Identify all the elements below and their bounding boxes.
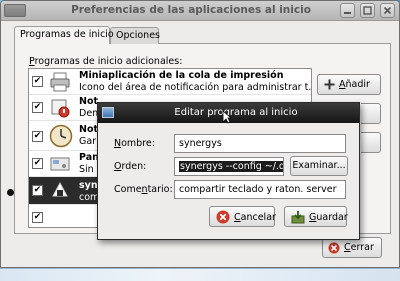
window-menu-icon[interactable] [4, 4, 26, 17]
comment-label: Comentario: [114, 184, 173, 195]
window-title: Preferencias de las aplicaciones al inic… [71, 4, 311, 16]
comment-label-pre: Come [114, 184, 142, 195]
enable-checkbox[interactable]: ✔ [32, 212, 43, 223]
list-item[interactable]: ✔ Miniaplicación de la cola de impresión… [29, 69, 311, 95]
notification-icon [51, 99, 70, 118]
browse-button[interactable]: Examinar... [290, 156, 348, 176]
synergy-icon [52, 181, 68, 197]
window-icon [102, 107, 114, 118]
add-label-text: ñadir [345, 79, 370, 90]
cancel-button[interactable]: Cancelar [209, 206, 276, 227]
printer-icon [50, 72, 70, 92]
panel-icon [50, 157, 70, 171]
close-window-button[interactable] [380, 3, 395, 18]
cancel-mnemonic: C [234, 212, 241, 223]
add-button[interactable]: Añadir [317, 74, 381, 95]
tab-startup-programs[interactable]: Programas de inicio [14, 26, 114, 44]
maximize-icon [363, 6, 372, 15]
dialog-title: Editar programa al inicio [174, 107, 298, 118]
add-icon [324, 79, 335, 90]
enable-checkbox[interactable]: ✔ [32, 185, 43, 196]
enable-checkbox[interactable]: ✔ [32, 76, 43, 87]
name-field[interactable]: synergys [174, 134, 346, 153]
maximize-button[interactable] [360, 3, 375, 18]
name-label-text: ombre: [121, 138, 155, 149]
comment-label-post: tario: [147, 184, 173, 195]
list-heading-text: rogramas de inicio adicionales: [34, 56, 183, 67]
save-icon [291, 211, 305, 224]
close-x-icon [328, 242, 340, 254]
command-label: Orden: [114, 161, 146, 172]
item-title: Miniaplicación de la cola de impresión [79, 70, 284, 81]
enable-checkbox[interactable]: ✔ [32, 158, 43, 169]
close-icon [383, 6, 392, 15]
mouse-cursor-icon [222, 110, 232, 124]
window-titlebar[interactable]: Preferencias de las aplicaciones al inic… [1, 1, 399, 21]
name-label: Nombre: [114, 138, 155, 149]
command-label-text: rden: [121, 161, 147, 172]
list-heading: Programas de inicio adicionales: [29, 56, 182, 67]
enable-checkbox[interactable]: ✔ [32, 102, 43, 113]
cancel-icon [216, 210, 230, 224]
command-value: synergys --config ~/.qui [179, 161, 283, 172]
clock-icon [49, 124, 73, 148]
taskbar [0, 268, 400, 281]
bullet-marker [7, 189, 14, 196]
enable-checkbox[interactable]: ✔ [32, 131, 43, 142]
command-field[interactable]: synergys --config ~/.qui [174, 157, 284, 176]
item-description: Icono del área de notificación para admi… [79, 82, 311, 93]
save-button-label: Guardar [309, 212, 348, 223]
minimize-button[interactable] [340, 3, 355, 18]
close-button[interactable]: Cerrar [322, 237, 382, 258]
remove-button[interactable] [361, 103, 381, 124]
minimize-icon [344, 12, 351, 14]
tab-options[interactable]: Opciones [110, 27, 160, 44]
add-button-label: Añadir [339, 79, 370, 90]
close-mnemonic: C [344, 242, 351, 253]
save-label-text: uardar [316, 212, 348, 223]
edit-button[interactable] [361, 132, 381, 153]
save-button[interactable]: Guardar [284, 206, 348, 227]
cancel-label-text: ancelar [240, 212, 276, 223]
close-label-text: errar [350, 242, 374, 253]
comment-field[interactable]: compartir teclado y raton. server [174, 180, 346, 199]
cancel-button-label: Cancelar [234, 212, 276, 223]
close-button-label: Cerrar [344, 242, 374, 253]
